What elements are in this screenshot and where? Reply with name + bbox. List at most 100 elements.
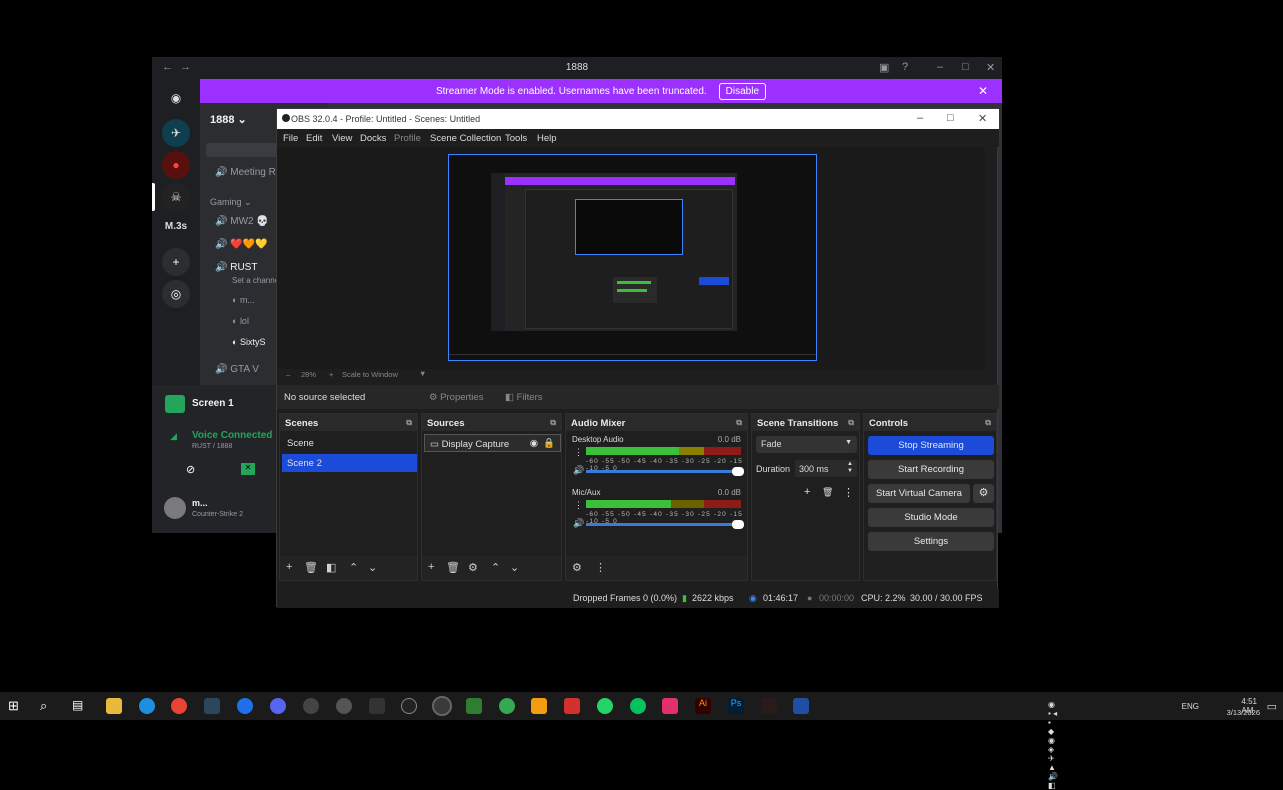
channel-rust[interactable]: 🔊 RUST: [215, 262, 257, 273]
move-up-icon[interactable]: ⌃: [491, 561, 500, 574]
search-icon[interactable]: ⌕: [40, 698, 56, 714]
minimize-icon[interactable]: –: [937, 61, 943, 73]
dock-pin-icon[interactable]: ⧉: [985, 418, 991, 428]
kebab-icon[interactable]: ⋮: [574, 447, 583, 458]
server-label[interactable]: M.3s: [152, 221, 200, 232]
task-view-icon[interactable]: ▤: [72, 698, 88, 714]
language[interactable]: ENG: [1182, 702, 1199, 711]
kebab-icon[interactable]: ⋮: [574, 500, 583, 511]
server-icon-a[interactable]: ✈: [162, 119, 190, 147]
notification-icon[interactable]: ▭: [1267, 700, 1277, 713]
scale-dropdown-icon[interactable]: ▼: [419, 369, 426, 378]
move-down-icon[interactable]: ⌄: [368, 561, 377, 574]
channel-meeting[interactable]: 🔊 Meeting R: [215, 167, 276, 178]
visibility-icon[interactable]: ◉: [530, 438, 538, 449]
trash-icon[interactable]: 🗑: [822, 487, 833, 498]
move-up-icon[interactable]: ⌃: [349, 561, 358, 574]
slider-knob[interactable]: [732, 520, 744, 529]
chrome-icon[interactable]: [171, 698, 187, 714]
vlc-icon[interactable]: [531, 698, 547, 714]
windows-start-icon[interactable]: ⊞: [8, 698, 24, 714]
trash-icon[interactable]: 🗑: [304, 561, 318, 574]
channel-mw2[interactable]: 🔊 MW2 💀: [215, 216, 269, 227]
speaker-icon[interactable]: 🔊: [573, 518, 584, 529]
menu-scene-collection[interactable]: Scene Collection: [430, 133, 501, 144]
duration-input[interactable]: 300 ms ▲ ▼: [795, 460, 857, 477]
app-icon[interactable]: [303, 698, 319, 714]
menu-file[interactable]: File: [283, 133, 298, 144]
channel-hearts[interactable]: 🔊 ❤️🧡💛: [215, 239, 268, 250]
explore-icon[interactable]: ◎: [162, 280, 190, 308]
close-banner-icon[interactable]: ✕: [978, 84, 988, 98]
app-icon[interactable]: [662, 698, 678, 714]
add-icon[interactable]: +: [286, 561, 292, 573]
filter-icon[interactable]: ◧: [326, 561, 336, 574]
voice-status[interactable]: Voice Connected: [192, 430, 272, 441]
preview-canvas[interactable]: [448, 154, 817, 361]
illustrator-icon[interactable]: Ai: [695, 698, 711, 714]
app-icon[interactable]: [499, 698, 515, 714]
maximize-icon[interactable]: □: [962, 61, 969, 73]
scene-item[interactable]: Scene: [282, 434, 417, 452]
properties-button[interactable]: ⚙ Properties: [429, 392, 483, 403]
whatsapp-icon[interactable]: [597, 698, 613, 714]
filters-button[interactable]: ◧ Filters: [505, 392, 543, 403]
menu-view[interactable]: View: [332, 133, 352, 144]
voice-user-lol[interactable]: ◐ lol: [232, 316, 249, 326]
virtual-camera-gear-icon[interactable]: ⚙: [973, 484, 994, 503]
stop-streaming-button[interactable]: Stop Streaming: [868, 436, 994, 455]
kebab-icon[interactable]: ⋮: [843, 486, 854, 499]
menu-help[interactable]: Help: [537, 133, 557, 144]
volume-slider[interactable]: [586, 520, 744, 529]
voice-user-m[interactable]: ◐ m...: [232, 295, 255, 305]
stepper-icon[interactable]: ▲ ▼: [847, 461, 853, 475]
source-item[interactable]: ▭ Display Capture ◉ 🔒: [424, 434, 561, 452]
trash-icon[interactable]: 🗑: [446, 561, 460, 574]
app-icon[interactable]: [466, 698, 482, 714]
settings-app-icon[interactable]: [336, 698, 352, 714]
advanced-audio-icon[interactable]: ⚙: [572, 561, 582, 574]
lock-icon[interactable]: 🔒: [543, 438, 555, 449]
zoom-in-icon[interactable]: +: [329, 370, 333, 379]
unreal-icon[interactable]: [401, 698, 417, 714]
start-recording-button[interactable]: Start Recording: [868, 460, 994, 479]
app-icon[interactable]: [369, 698, 385, 714]
server-icon-b[interactable]: ●: [162, 151, 190, 179]
dock-pin-icon[interactable]: ⧉: [550, 418, 556, 428]
channel-gta[interactable]: 🔊 GTA V: [215, 364, 259, 375]
transition-select[interactable]: Fade ▼: [756, 436, 857, 453]
gear-icon[interactable]: ⚙: [468, 561, 478, 574]
zoom-out-icon[interactable]: –: [286, 370, 290, 379]
tray-icons[interactable]: ◉ ▪ ◂ ▪ ◆ ◉ ◈ ✈ ▲ 🔊 ◧: [1048, 700, 1058, 790]
scale-mode[interactable]: Scale to Window: [342, 370, 398, 379]
scene-item-selected[interactable]: Scene 2: [282, 454, 417, 472]
app-icon[interactable]: [564, 698, 580, 714]
stop-share-icon[interactable]: ✕: [241, 463, 255, 475]
dock-pin-icon[interactable]: ⧉: [406, 418, 412, 428]
studio-mode-button[interactable]: Studio Mode: [868, 508, 994, 527]
inbox-icon[interactable]: ▣: [879, 61, 889, 74]
maximize-icon[interactable]: □: [947, 112, 954, 124]
clock-date[interactable]: 3/13/2026: [1227, 708, 1260, 717]
help-icon[interactable]: ?: [902, 61, 908, 73]
server-name[interactable]: 1888 ⌄: [210, 113, 247, 126]
screen-share-label[interactable]: Screen 1: [192, 398, 234, 409]
menu-tools[interactable]: Tools: [505, 133, 527, 144]
app-icon[interactable]: [793, 698, 809, 714]
video-off-icon[interactable]: ⊘: [186, 463, 195, 476]
avatar[interactable]: [164, 497, 186, 519]
add-icon[interactable]: +: [428, 561, 434, 573]
voice-user-sixty[interactable]: ◐ SixtyS: [232, 337, 265, 347]
server-icon-1888[interactable]: ☠: [162, 183, 190, 211]
speaker-icon[interactable]: 🔊: [573, 465, 584, 476]
steam-icon[interactable]: [204, 698, 220, 714]
settings-button[interactable]: Settings: [868, 532, 994, 551]
kebab-icon[interactable]: ⋮: [595, 561, 606, 574]
slider-knob[interactable]: [732, 467, 744, 476]
volume-slider[interactable]: [586, 467, 744, 476]
close-icon[interactable]: ✕: [978, 112, 987, 125]
add-server-icon[interactable]: +: [162, 248, 190, 276]
discord-home-icon[interactable]: ◉: [162, 84, 190, 112]
dock-pin-icon[interactable]: ⧉: [736, 418, 742, 428]
start-virtual-camera-button[interactable]: Start Virtual Camera: [868, 484, 970, 503]
